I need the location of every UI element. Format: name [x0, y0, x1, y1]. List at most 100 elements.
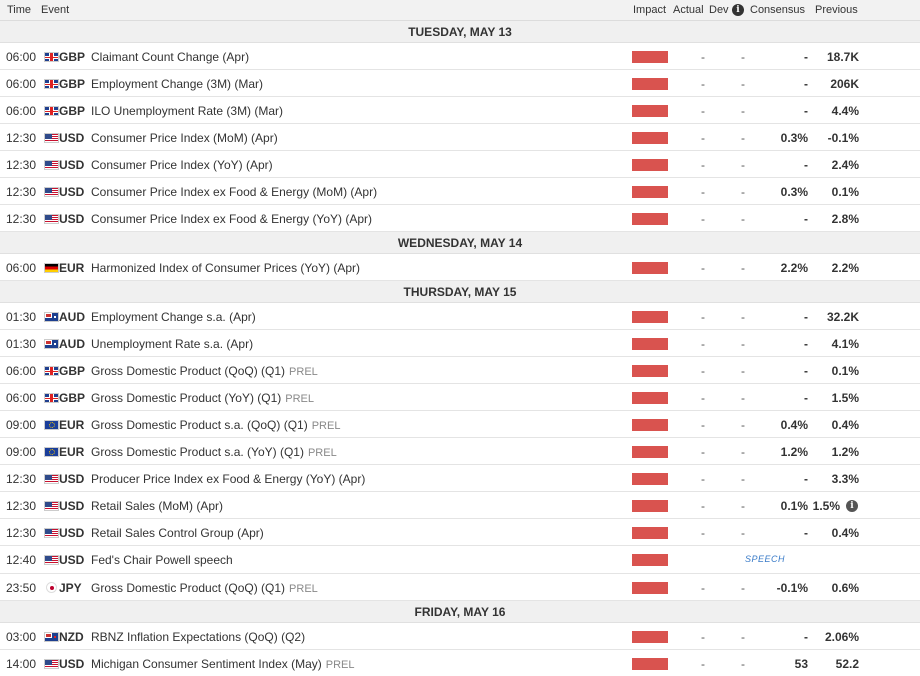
previous-value: -0.1%: [827, 131, 859, 145]
event-currency: JPY: [59, 581, 82, 595]
event-row[interactable]: 09:00 EUR Gross Domestic Product s.a. (QoQ…: [0, 411, 920, 438]
event-name[interactable]: Claimant Count Change (Apr): [91, 50, 249, 64]
flag-us-icon: [44, 555, 59, 565]
flag-gb-icon: [44, 366, 59, 376]
header-impact[interactable]: Impact: [633, 4, 666, 16]
event-row[interactable]: 06:00 EUR Harmonized Index of Consumer Pri…: [0, 254, 920, 281]
event-name[interactable]: Harmonized Index of Consumer Prices (YoY…: [91, 261, 360, 275]
event-row[interactable]: 06:00 GBP Claimant Count Change (Apr) - - - 18…: [0, 43, 920, 70]
event-title[interactable]: ILO Unemployment Rate (3M) (Mar): [91, 104, 283, 118]
event-name[interactable]: Retail Sales Control Group (Apr): [91, 526, 264, 540]
event-row[interactable]: 12:30 USD Consumer Price Index (YoY) (Apr)…: [0, 151, 920, 178]
event-name[interactable]: Fed's Chair Powell speech: [91, 553, 233, 567]
event-title[interactable]: Gross Domestic Product s.a. (YoY) (Q1): [91, 445, 304, 459]
event-name[interactable]: Producer Price Index ex Food & Energy (Y…: [91, 472, 365, 486]
event-name[interactable]: Consumer Price Index ex Food & Energy (Y…: [91, 212, 372, 226]
event-name[interactable]: RBNZ Inflation Expectations (QoQ) (Q2): [91, 630, 305, 644]
event-title[interactable]: Consumer Price Index ex Food & Energy (Y…: [91, 212, 372, 226]
event-row[interactable]: 03:00 NZD RBNZ Inflation Expectations (QoQ…: [0, 623, 920, 650]
header-previous[interactable]: Previous: [815, 4, 858, 16]
previous-value: 3.3%: [831, 472, 859, 486]
event-row[interactable]: 12:30 USD Retail Sales (MoM) (Apr) - - 0.1% 1.…: [0, 492, 920, 519]
event-row[interactable]: 06:00 GBP Employment Change (3M) (Mar) - - - 2…: [0, 70, 920, 97]
flag-canton: [45, 502, 52, 507]
event-row[interactable]: 01:30 AUD Employment Change s.a. (Apr) - - - 3…: [0, 303, 920, 330]
event-row[interactable]: 06:00 GBP ILO Unemployment Rate (3M) (Mar)…: [0, 97, 920, 124]
event-row[interactable]: 12:30 USD Consumer Price Index ex Food & E…: [0, 205, 920, 232]
event-name[interactable]: Consumer Price Index (YoY) (Apr): [91, 158, 273, 172]
event-title[interactable]: Gross Domestic Product (QoQ) (Q1): [91, 581, 285, 595]
event-row[interactable]: 12:30 USD Retail Sales Control Group (Apr)…: [0, 519, 920, 546]
event-title[interactable]: Unemployment Rate s.a. (Apr): [91, 337, 253, 351]
event-title[interactable]: Consumer Price Index (MoM) (Apr): [91, 131, 278, 145]
actual-value: -: [701, 657, 705, 671]
event-currency: USD: [59, 553, 85, 567]
header-consensus[interactable]: Consensus: [750, 4, 805, 16]
event-row[interactable]: 12:30 USD Consumer Price Index ex Food & E…: [0, 178, 920, 205]
event-title[interactable]: RBNZ Inflation Expectations (QoQ) (Q2): [91, 630, 305, 644]
event-title[interactable]: Consumer Price Index (YoY) (Apr): [91, 158, 273, 172]
event-title[interactable]: Gross Domestic Product (YoY) (Q1): [91, 391, 281, 405]
event-time: 06:00: [6, 104, 37, 118]
actual-value: -: [701, 499, 705, 513]
event-name[interactable]: Gross Domestic Product (QoQ) (Q1) PREL: [91, 581, 318, 595]
event-title[interactable]: Harmonized Index of Consumer Prices (YoY…: [91, 261, 360, 275]
flag-gb-icon: [44, 393, 59, 403]
event-row[interactable]: 06:00 GBP Gross Domestic Product (YoY) (Q1…: [0, 384, 920, 411]
event-name[interactable]: Consumer Price Index ex Food & Energy (M…: [91, 185, 377, 199]
deviation-value: -: [741, 630, 745, 644]
event-title[interactable]: Michigan Consumer Sentiment Index (May): [91, 657, 322, 671]
event-title[interactable]: Retail Sales (MoM) (Apr): [91, 499, 223, 513]
event-name[interactable]: Employment Change (3M) (Mar): [91, 77, 263, 91]
header-dev[interactable]: Dev: [709, 4, 729, 16]
deviation-value: -: [741, 526, 745, 540]
event-title[interactable]: Retail Sales Control Group (Apr): [91, 526, 264, 540]
info-icon[interactable]: i: [846, 500, 858, 512]
event-row[interactable]: 14:00 USD Michigan Consumer Sentiment Inde…: [0, 650, 920, 676]
event-title[interactable]: Fed's Chair Powell speech: [91, 553, 233, 567]
event-name[interactable]: Michigan Consumer Sentiment Index (May) P…: [91, 657, 355, 671]
consensus-value: -: [804, 364, 808, 378]
event-name[interactable]: Unemployment Rate s.a. (Apr): [91, 337, 253, 351]
actual-value: -: [701, 212, 705, 226]
event-row[interactable]: 09:00 EUR Gross Domestic Product s.a. (YoY…: [0, 438, 920, 465]
event-row[interactable]: 01:30 AUD Unemployment Rate s.a. (Apr) - - - 4…: [0, 330, 920, 357]
impact-bar: [632, 446, 668, 458]
event-title[interactable]: Producer Price Index ex Food & Energy (Y…: [91, 472, 365, 486]
flag-stars: [49, 422, 55, 428]
event-title[interactable]: Employment Change s.a. (Apr): [91, 310, 256, 324]
event-name[interactable]: Retail Sales (MoM) (Apr): [91, 499, 223, 513]
event-title[interactable]: Consumer Price Index ex Food & Energy (M…: [91, 185, 377, 199]
event-row[interactable]: 12:40 USD Fed's Chair Powell speech SPEECH: [0, 546, 920, 574]
event-title[interactable]: Gross Domestic Product s.a. (QoQ) (Q1): [91, 418, 308, 432]
header-actual[interactable]: Actual: [673, 4, 704, 16]
event-name[interactable]: Gross Domestic Product (QoQ) (Q1) PREL: [91, 364, 318, 378]
event-row[interactable]: 12:30 USD Consumer Price Index (MoM) (Apr)…: [0, 124, 920, 151]
event-currency: USD: [59, 472, 85, 486]
actual-value: -: [701, 526, 705, 540]
event-row[interactable]: 12:30 USD Producer Price Index ex Food & E…: [0, 465, 920, 492]
header-event[interactable]: Event: [41, 4, 69, 16]
event-currency: GBP: [59, 364, 86, 378]
info-icon[interactable]: i: [732, 4, 744, 16]
header-time[interactable]: Time: [7, 4, 31, 16]
event-time: 12:30: [6, 212, 37, 226]
actual-value: -: [701, 310, 705, 324]
impact-bar: [632, 527, 668, 539]
event-title[interactable]: Gross Domestic Product (QoQ) (Q1): [91, 364, 285, 378]
impact-bar: [632, 159, 668, 171]
event-name[interactable]: ILO Unemployment Rate (3M) (Mar): [91, 104, 283, 118]
event-title[interactable]: Employment Change (3M) (Mar): [91, 77, 263, 91]
event-name[interactable]: Gross Domestic Product s.a. (QoQ) (Q1) PR…: [91, 418, 340, 432]
flag-eu-icon: [44, 420, 59, 430]
speech-label: SPEECH: [745, 554, 786, 564]
deviation-value: -: [741, 104, 745, 118]
event-row[interactable]: 06:00 GBP Gross Domestic Product (QoQ) (Q1…: [0, 357, 920, 384]
event-name[interactable]: Employment Change s.a. (Apr): [91, 310, 256, 324]
event-name[interactable]: Consumer Price Index (MoM) (Apr): [91, 131, 278, 145]
event-name[interactable]: Gross Domestic Product s.a. (YoY) (Q1) PR…: [91, 445, 337, 459]
event-currency: NZD: [59, 630, 84, 644]
event-row[interactable]: 23:50 JPY Gross Domestic Product (QoQ) (Q1…: [0, 574, 920, 601]
event-title[interactable]: Claimant Count Change (Apr): [91, 50, 249, 64]
event-name[interactable]: Gross Domestic Product (YoY) (Q1) PREL: [91, 391, 314, 405]
